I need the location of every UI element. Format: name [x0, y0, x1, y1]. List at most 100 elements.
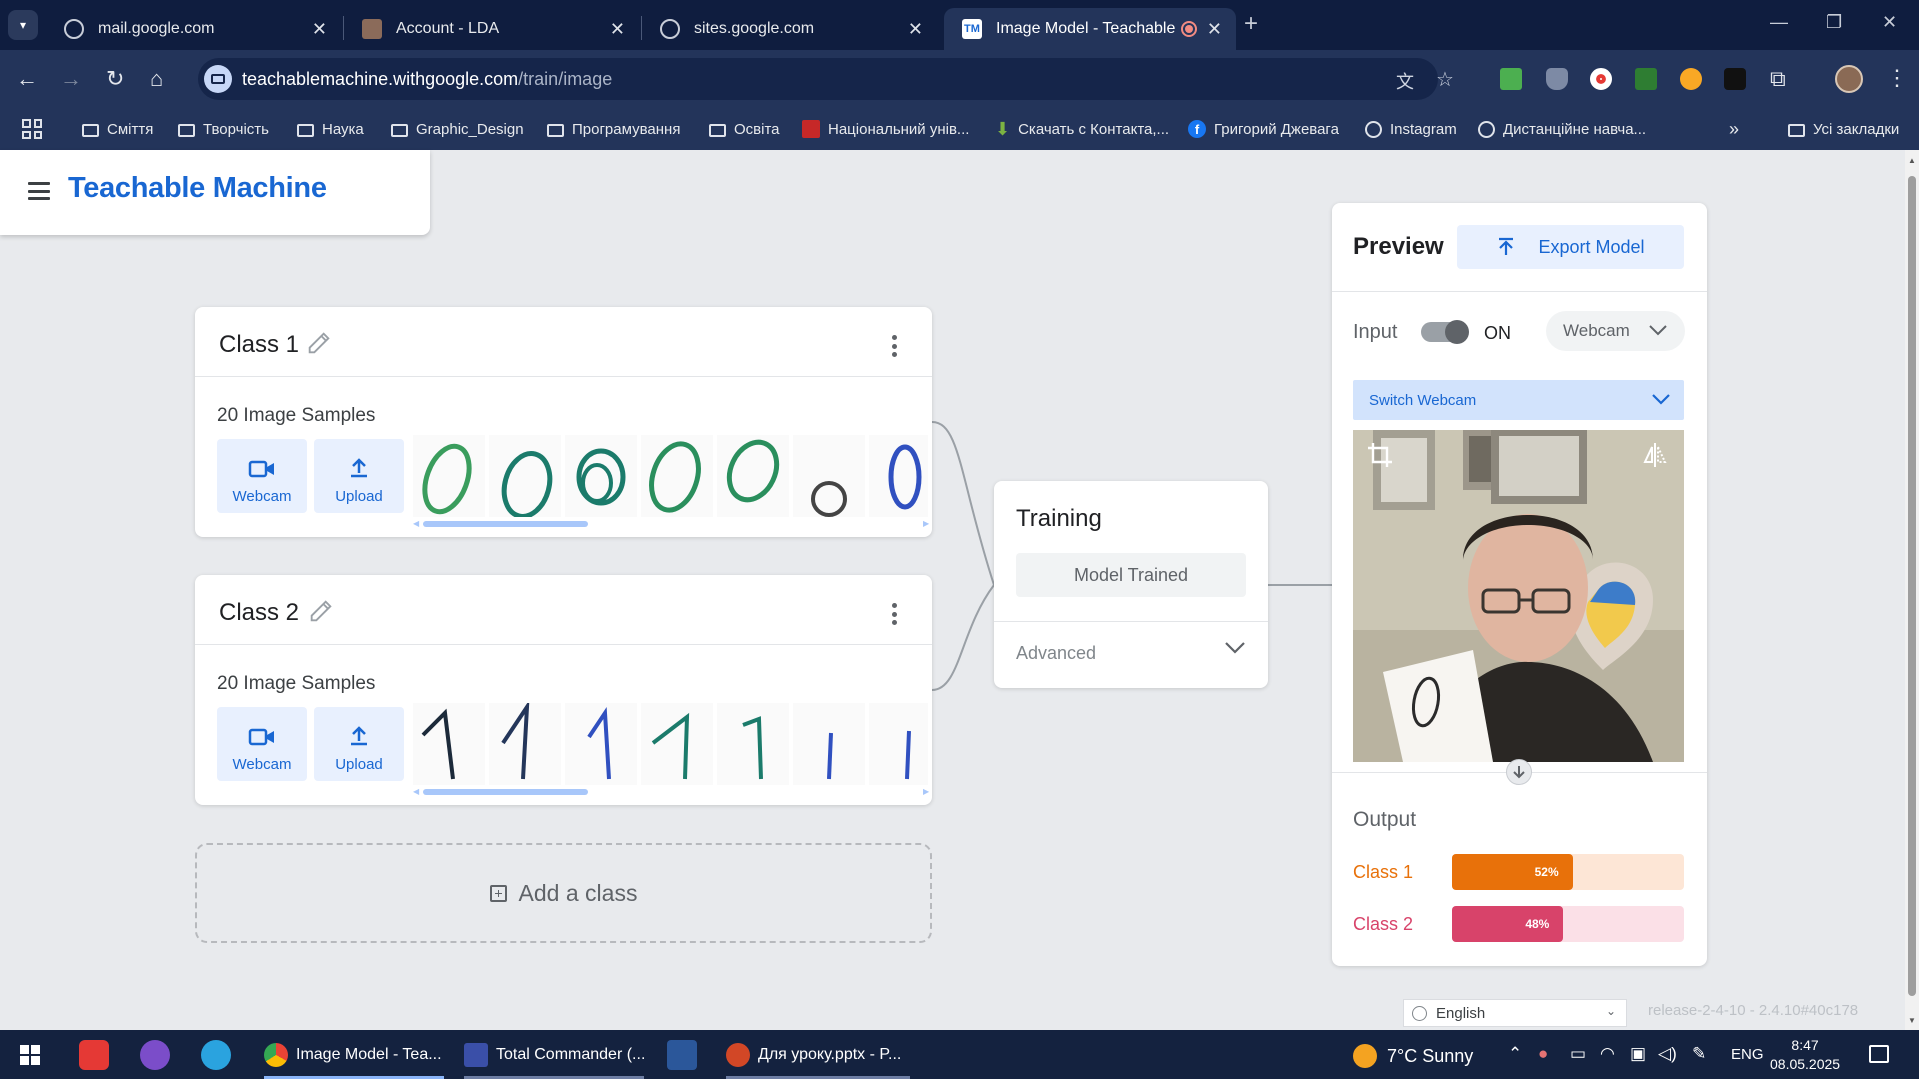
telegram-icon[interactable]	[201, 1040, 231, 1070]
bookmark-item[interactable]: Творчість	[178, 108, 269, 150]
new-tab-button[interactable]: +	[1244, 10, 1258, 38]
webcam-button[interactable]: Webcam	[217, 439, 307, 513]
taskbar-app-powerpoint[interactable]: Для уроку.pptx - P...	[726, 1030, 910, 1079]
camera-permission-icon[interactable]	[204, 65, 232, 93]
tab-search-button[interactable]: ▾	[8, 10, 38, 40]
sample-thumbnail[interactable]	[869, 435, 928, 517]
word-icon[interactable]	[667, 1040, 697, 1070]
close-icon[interactable]: ✕	[1207, 19, 1222, 40]
sample-thumbnail[interactable]	[489, 435, 561, 517]
page-scrollbar[interactable]: ▲ ▼	[1905, 150, 1919, 1030]
record-extension-icon[interactable]	[1590, 68, 1612, 90]
profile-avatar[interactable]	[1835, 65, 1863, 93]
upload-button[interactable]: Upload	[314, 439, 404, 513]
taskbar-app-chrome[interactable]: Image Model - Tea...	[264, 1030, 444, 1079]
export-model-button[interactable]: Export Model	[1457, 225, 1684, 269]
sample-thumbnail[interactable]	[489, 703, 561, 785]
bookmark-item[interactable]: ⬇ Скачать с Контакта,...	[995, 108, 1169, 150]
language-select[interactable]: English ⌄	[1403, 999, 1627, 1027]
tab-mail[interactable]: mail.google.com ✕	[46, 8, 341, 50]
menu-dots-icon[interactable]: ⋮	[1886, 65, 1908, 91]
windows-start-icon[interactable]	[20, 1045, 40, 1065]
home-icon[interactable]: ⌂	[150, 66, 163, 92]
sample-thumbnail[interactable]	[641, 703, 713, 785]
url-text[interactable]: teachablemachine.withgoogle.com/train/im…	[242, 69, 612, 90]
weather-widget[interactable]: 7°C Sunny	[1353, 1044, 1473, 1068]
bookmark-item[interactable]: f Григорий Джевага	[1188, 108, 1339, 150]
class-name[interactable]: Class 1	[219, 331, 299, 359]
antivirus-icon[interactable]: ●	[1538, 1044, 1548, 1064]
class-options-icon[interactable]	[892, 603, 898, 625]
add-class-button[interactable]: Add a class	[195, 843, 932, 943]
sample-thumbnail[interactable]	[869, 703, 928, 785]
edit-pencil-icon[interactable]	[307, 597, 335, 625]
reload-icon[interactable]: ↻	[106, 66, 124, 92]
more-bookmarks-icon[interactable]: »	[1729, 108, 1739, 150]
bookmark-item[interactable]: Програмування	[547, 108, 680, 150]
sample-thumbnail[interactable]	[793, 703, 865, 785]
tab-sites[interactable]: sites.google.com ✕	[642, 8, 937, 50]
sample-thumbnail[interactable]	[717, 435, 789, 517]
brand-title[interactable]: Teachable Machine	[68, 172, 327, 205]
puzzle-icon[interactable]: ⧉	[1770, 66, 1786, 92]
tab-teachable-machine[interactable]: TM Image Model - Teachable M ✕	[944, 8, 1236, 50]
back-icon[interactable]: ←	[16, 66, 38, 92]
dark-extension-icon[interactable]	[1724, 68, 1746, 90]
edit-pencil-icon[interactable]	[305, 329, 333, 357]
tab-account[interactable]: Account - LDA ✕	[344, 8, 639, 50]
arrow-down-icon[interactable]	[1506, 759, 1532, 785]
class-name[interactable]: Class 2	[219, 599, 299, 627]
bookmark-item[interactable]: Дистанційне навча...	[1478, 108, 1646, 150]
restore-icon[interactable]: ❐	[1826, 12, 1842, 33]
star-icon[interactable]: ☆	[1436, 67, 1454, 92]
webcam-button[interactable]: Webcam	[217, 707, 307, 781]
sample-thumbnails[interactable]	[413, 703, 928, 785]
crop-icon[interactable]	[1367, 442, 1393, 468]
tray-overflow-icon[interactable]: ⌃	[1508, 1044, 1522, 1064]
minimize-icon[interactable]: —	[1770, 12, 1788, 33]
display-icon[interactable]: ▣	[1630, 1044, 1646, 1064]
apps-grid-icon[interactable]	[22, 119, 42, 139]
upload-button[interactable]: Upload	[314, 707, 404, 781]
class-options-icon[interactable]	[892, 335, 898, 357]
coin-extension-icon[interactable]	[1680, 68, 1702, 90]
bookmark-item[interactable]: Сміття	[82, 108, 153, 150]
green-download-extension-icon[interactable]	[1635, 68, 1657, 90]
sample-thumbnail[interactable]	[565, 435, 637, 517]
notifications-icon[interactable]	[1869, 1045, 1889, 1063]
language-indicator[interactable]: ENG	[1731, 1046, 1764, 1063]
advanced-toggle[interactable]: Advanced	[1016, 643, 1096, 664]
close-icon[interactable]: ✕	[610, 19, 625, 40]
forward-icon[interactable]: →	[60, 66, 82, 92]
bookmark-item[interactable]: Освіта	[709, 108, 780, 150]
bookmark-item[interactable]: Національний унів...	[802, 108, 969, 150]
anydesk-icon[interactable]	[79, 1040, 109, 1070]
train-model-button[interactable]: Model Trained	[1016, 553, 1246, 597]
switch-webcam-select[interactable]: Switch Webcam	[1353, 380, 1684, 420]
battery-icon[interactable]: ▭	[1570, 1044, 1586, 1064]
sample-thumbnail[interactable]	[793, 435, 865, 517]
close-icon[interactable]: ✕	[312, 19, 327, 40]
sample-thumbnail[interactable]	[641, 435, 713, 517]
input-source-select[interactable]: Webcam	[1546, 311, 1685, 351]
volume-icon[interactable]: ◁)	[1658, 1044, 1677, 1064]
scrollbar-thumb[interactable]	[1908, 176, 1916, 996]
flip-icon[interactable]	[1643, 442, 1667, 468]
address-bar[interactable]: teachablemachine.withgoogle.com/train/im…	[198, 58, 1454, 100]
sample-thumbnail[interactable]	[565, 703, 637, 785]
bookmark-item[interactable]: Instagram	[1365, 108, 1457, 150]
shield-extension-icon[interactable]	[1546, 68, 1568, 90]
clock[interactable]: 8:47 08.05.2025	[1770, 1036, 1840, 1074]
thumbnail-scrollbar[interactable]: ◀ ▶	[413, 519, 933, 529]
close-icon[interactable]: ✕	[908, 19, 923, 40]
hamburger-menu-icon[interactable]	[28, 182, 50, 200]
bookmark-item[interactable]: Наука	[297, 108, 364, 150]
wifi-icon[interactable]: ◠	[1600, 1044, 1615, 1064]
pen-icon[interactable]: ✎	[1692, 1044, 1706, 1064]
input-toggle[interactable]	[1421, 320, 1469, 344]
sample-thumbnail[interactable]	[717, 703, 789, 785]
bookmark-item[interactable]: Graphic_Design	[391, 108, 524, 150]
thumbnail-scrollbar[interactable]: ◀ ▶	[413, 787, 933, 797]
download-extension-icon[interactable]	[1500, 68, 1522, 90]
chevron-down-icon[interactable]	[1224, 641, 1246, 655]
